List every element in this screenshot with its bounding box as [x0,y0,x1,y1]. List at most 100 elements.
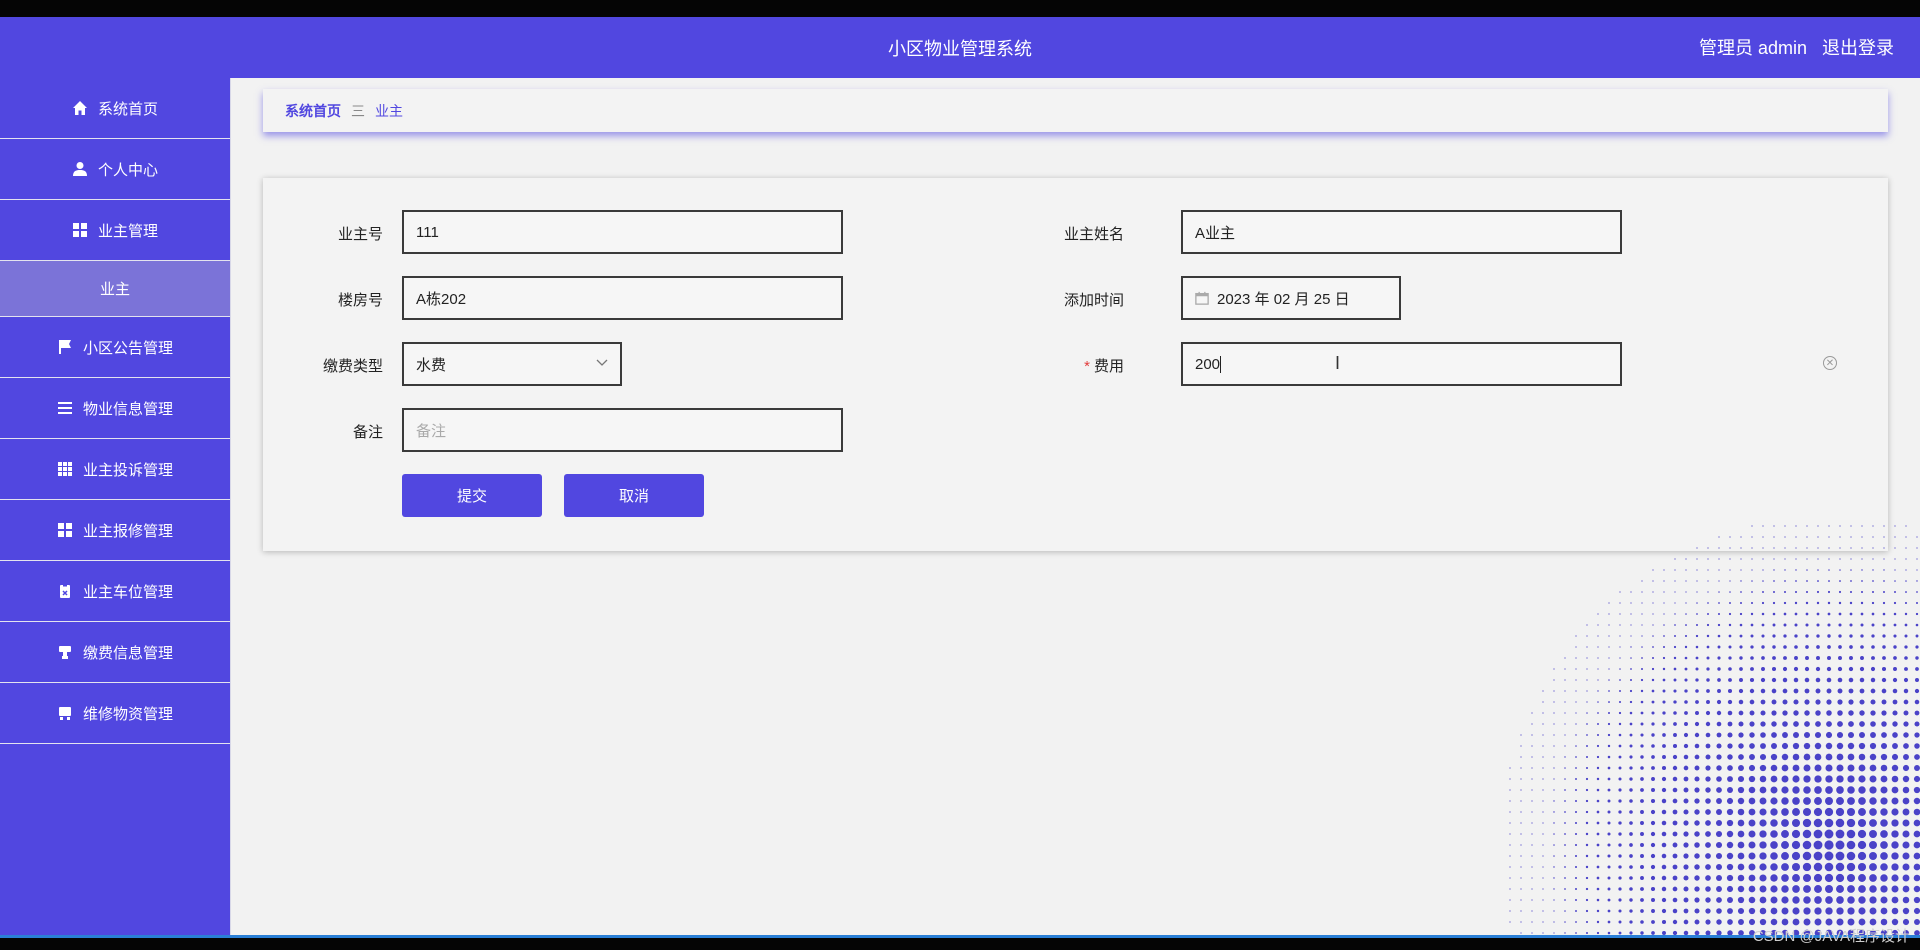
halftone-dot [1607,920,1611,924]
sidebar-item-property-info[interactable]: 物业信息管理 [0,378,230,439]
halftone-dot [1716,809,1722,815]
halftone-dot [1782,699,1788,705]
breadcrumb-home[interactable]: 系统首页 [285,101,341,121]
halftone-dot [1597,679,1599,681]
halftone-dot [1792,874,1800,882]
halftone-dot [1783,612,1787,616]
sidebar-item-owner-management[interactable]: 业主管理 [0,200,230,261]
fee-type-select[interactable]: 水费 [402,342,622,386]
halftone-dot [1857,840,1867,850]
halftone-dot [1881,677,1887,683]
halftone-dot [1803,775,1811,783]
halftone-dot [1880,830,1888,838]
halftone-dot [1629,854,1633,858]
halftone-dot [1751,569,1753,571]
halftone-dot [1914,765,1920,771]
sidebar-item-announcement[interactable]: 小区公告管理 [0,317,230,378]
halftone-dot [1607,744,1611,748]
halftone-dot [1739,623,1743,627]
halftone-dot [1727,721,1733,727]
halftone-dot [1861,547,1863,549]
halftone-dot [1738,721,1744,727]
halftone-dot [1629,898,1633,902]
halftone-dot [1607,777,1611,781]
cancel-button[interactable]: 取消 [564,474,704,517]
halftone-dot [1607,821,1611,825]
halftone-dot [1531,866,1533,868]
halftone-dot [1792,753,1800,761]
halftone-dot [1858,808,1866,816]
halftone-dot [1618,788,1622,792]
halftone-dot [1553,668,1555,670]
halftone-dot [1815,721,1821,727]
halftone-dot [1794,645,1798,649]
halftone-dot [1784,536,1786,538]
halftone-dot [1706,634,1710,638]
sidebar-subitem-owner[interactable]: 业主 [0,261,230,317]
halftone-dot [1847,742,1855,750]
halftone-dot [1805,601,1809,605]
halftone-dot [1651,744,1655,748]
halftone-dot [1869,841,1877,849]
submit-button[interactable]: 提交 [402,474,542,517]
halftone-dot [1836,753,1844,761]
halftone-dot [1902,830,1910,838]
halftone-dot [1618,722,1622,726]
halftone-dot [1760,677,1766,683]
building-no-input[interactable]: A栋202 [402,276,843,320]
halftone-dot [1846,807,1856,817]
halftone-dot [1640,799,1644,803]
owner-name-input[interactable]: A业主 [1181,210,1622,254]
halftone-dot [1881,666,1887,672]
halftone-dot [1835,851,1845,861]
halftone-dot [1773,591,1775,593]
halftone-dot [1814,753,1822,761]
halftone-dot [1806,536,1808,538]
halftone-dot [1737,786,1745,794]
halftone-dot [1893,612,1897,616]
halftone-dot [1651,700,1655,704]
halftone-dot [1727,743,1733,749]
add-time-datepicker[interactable]: 2023 年 02 月 25 日 [1181,276,1401,320]
sidebar-item-complaints[interactable]: 业主投诉管理 [0,439,230,500]
sidebar-item-materials[interactable]: 维修物资管理 [0,683,230,744]
halftone-dot [1729,558,1731,560]
halftone-dot [1650,842,1656,848]
halftone-dot [1607,887,1611,891]
halftone-dot [1531,723,1533,725]
halftone-dot [1902,863,1910,871]
halftone-dot [1509,877,1511,879]
halftone-dot [1672,897,1678,903]
clear-icon[interactable]: ✕ [1823,356,1837,370]
halftone-dot [1782,721,1788,727]
halftone-dot [1762,547,1764,549]
halftone-dot [1607,711,1611,715]
halftone-dot [1750,601,1754,605]
sidebar-item-parking[interactable]: 业主车位管理 [0,561,230,622]
halftone-dot [1553,723,1555,725]
sidebar-item-payments[interactable]: 缴费信息管理 [0,622,230,683]
halftone-dot [1903,699,1909,705]
halftone-dot [1880,885,1888,893]
halftone-dot [1870,688,1876,694]
halftone-dot [1761,667,1765,671]
halftone-dot [1871,612,1875,616]
halftone-dot [1520,833,1522,835]
owner-no-input[interactable]: 111 [402,210,843,254]
halftone-dot [1815,699,1821,705]
sidebar-item-repairs[interactable]: 业主报修管理 [0,500,230,561]
sidebar-item-personal-center[interactable]: 个人中心 [0,139,230,200]
halftone-dot [1531,833,1533,835]
halftone-dot [1791,862,1801,872]
halftone-dot [1903,688,1909,694]
remark-input[interactable]: 备注 [402,408,843,452]
sidebar-item-home[interactable]: 系统首页 [0,78,230,139]
logout-link[interactable]: 退出登录 [1822,38,1894,58]
halftone-dot [1683,886,1689,892]
fee-input[interactable]: 200 [1181,342,1622,386]
halftone-dot [1813,851,1823,861]
halftone-dot [1828,558,1830,560]
halftone-dot [1803,764,1811,772]
halftone-dot [1542,701,1544,703]
halftone-dot [1597,690,1599,692]
